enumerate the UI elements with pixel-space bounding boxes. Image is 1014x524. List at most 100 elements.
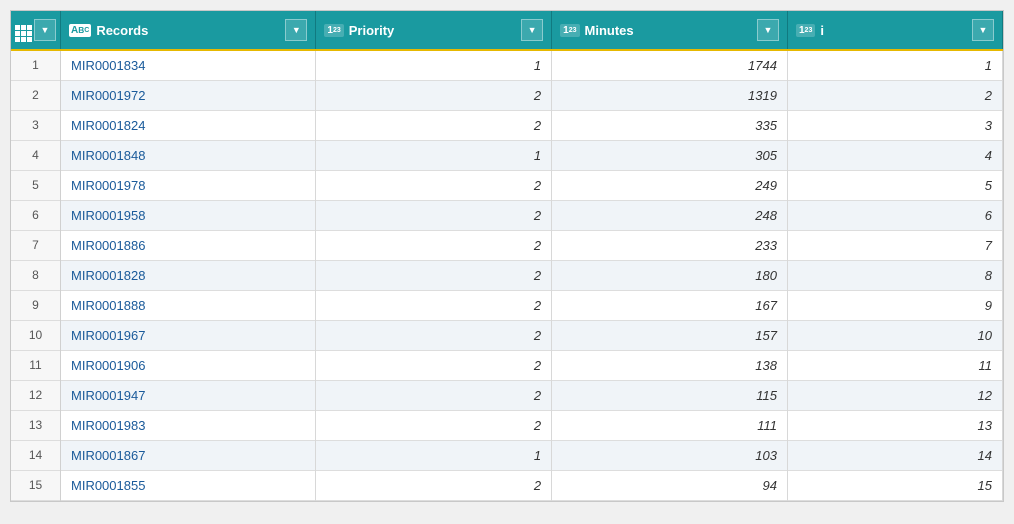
grid-dropdown-icon[interactable]: ▼ — [34, 19, 56, 41]
column-header-grid: ▼ — [11, 11, 61, 50]
cell-minutes: 305 — [552, 140, 788, 170]
cell-priority: 2 — [316, 470, 552, 500]
records-type-icon: ABC — [69, 24, 91, 37]
cell-record: MIR0001967 — [61, 320, 316, 350]
records-dropdown-button[interactable]: ▼ — [285, 19, 307, 41]
row-number: 7 — [11, 230, 61, 260]
cell-priority: 2 — [316, 320, 552, 350]
cell-i: 2 — [787, 80, 1002, 110]
row-number: 15 — [11, 470, 61, 500]
column-header-minutes: 123 Minutes ▼ — [552, 11, 788, 50]
row-number: 2 — [11, 80, 61, 110]
cell-i: 5 — [787, 170, 1002, 200]
cell-priority: 2 — [316, 290, 552, 320]
cell-priority: 2 — [316, 110, 552, 140]
i-column-label: i — [820, 23, 824, 38]
cell-i: 12 — [787, 380, 1002, 410]
table-row: 11MIR0001906213811 — [11, 350, 1003, 380]
row-number: 3 — [11, 110, 61, 140]
cell-priority: 2 — [316, 410, 552, 440]
priority-column-label: Priority — [349, 23, 395, 38]
table-row: 8MIR000182821808 — [11, 260, 1003, 290]
cell-record: MIR0001888 — [61, 290, 316, 320]
cell-record: MIR0001978 — [61, 170, 316, 200]
row-number: 12 — [11, 380, 61, 410]
cell-priority: 2 — [316, 170, 552, 200]
column-header-records: ABC Records ▼ — [61, 11, 316, 50]
data-table: ▼ ABC Records ▼ — [10, 10, 1004, 502]
cell-record: MIR0001828 — [61, 260, 316, 290]
cell-minutes: 103 — [552, 440, 788, 470]
row-number: 13 — [11, 410, 61, 440]
row-number: 1 — [11, 50, 61, 80]
cell-minutes: 157 — [552, 320, 788, 350]
cell-i: 6 — [787, 200, 1002, 230]
minutes-type-icon: 123 — [560, 24, 579, 37]
cell-minutes: 138 — [552, 350, 788, 380]
cell-minutes: 249 — [552, 170, 788, 200]
cell-priority: 2 — [316, 260, 552, 290]
cell-record: MIR0001972 — [61, 80, 316, 110]
cell-i: 3 — [787, 110, 1002, 140]
cell-minutes: 1744 — [552, 50, 788, 80]
cell-i: 14 — [787, 440, 1002, 470]
table-row: 12MIR0001947211512 — [11, 380, 1003, 410]
cell-record: MIR0001906 — [61, 350, 316, 380]
table-row: 4MIR000184813054 — [11, 140, 1003, 170]
table-row: 3MIR000182423353 — [11, 110, 1003, 140]
table-row: 1MIR0001834117441 — [11, 50, 1003, 80]
table-row: 10MIR0001967215710 — [11, 320, 1003, 350]
cell-record: MIR0001855 — [61, 470, 316, 500]
cell-i: 1 — [787, 50, 1002, 80]
cell-minutes: 248 — [552, 200, 788, 230]
cell-i: 11 — [787, 350, 1002, 380]
cell-record: MIR0001848 — [61, 140, 316, 170]
priority-dropdown-button[interactable]: ▼ — [521, 19, 543, 41]
cell-i: 13 — [787, 410, 1002, 440]
cell-record: MIR0001947 — [61, 380, 316, 410]
table-row: 13MIR0001983211113 — [11, 410, 1003, 440]
row-number: 9 — [11, 290, 61, 320]
cell-record: MIR0001886 — [61, 230, 316, 260]
row-number: 10 — [11, 320, 61, 350]
table-row: 15MIR000185529415 — [11, 470, 1003, 500]
table-row: 14MIR0001867110314 — [11, 440, 1003, 470]
cell-i: 9 — [787, 290, 1002, 320]
cell-priority: 1 — [316, 440, 552, 470]
cell-record: MIR0001983 — [61, 410, 316, 440]
minutes-column-label: Minutes — [585, 23, 634, 38]
cell-minutes: 180 — [552, 260, 788, 290]
row-number: 14 — [11, 440, 61, 470]
cell-i: 7 — [787, 230, 1002, 260]
cell-priority: 2 — [316, 80, 552, 110]
i-dropdown-button[interactable]: ▼ — [972, 19, 994, 41]
records-column-label: Records — [96, 23, 148, 38]
row-number: 11 — [11, 350, 61, 380]
cell-minutes: 94 — [552, 470, 788, 500]
table-row: 7MIR000188622337 — [11, 230, 1003, 260]
cell-minutes: 167 — [552, 290, 788, 320]
table-row: 9MIR000188821679 — [11, 290, 1003, 320]
cell-minutes: 115 — [552, 380, 788, 410]
cell-record: MIR0001867 — [61, 440, 316, 470]
i-type-icon: 123 — [796, 24, 815, 37]
cell-minutes: 1319 — [552, 80, 788, 110]
cell-i: 15 — [787, 470, 1002, 500]
row-number: 8 — [11, 260, 61, 290]
cell-minutes: 233 — [552, 230, 788, 260]
cell-priority: 2 — [316, 200, 552, 230]
cell-priority: 2 — [316, 380, 552, 410]
table-row: 2MIR0001972213192 — [11, 80, 1003, 110]
cell-priority: 1 — [316, 50, 552, 80]
column-header-priority: 123 Priority ▼ — [316, 11, 552, 50]
cell-priority: 2 — [316, 230, 552, 260]
minutes-dropdown-button[interactable]: ▼ — [757, 19, 779, 41]
cell-minutes: 111 — [552, 410, 788, 440]
cell-i: 8 — [787, 260, 1002, 290]
cell-record: MIR0001958 — [61, 200, 316, 230]
cell-i: 10 — [787, 320, 1002, 350]
cell-priority: 2 — [316, 350, 552, 380]
cell-record: MIR0001834 — [61, 50, 316, 80]
cell-priority: 1 — [316, 140, 552, 170]
table-row: 6MIR000195822486 — [11, 200, 1003, 230]
